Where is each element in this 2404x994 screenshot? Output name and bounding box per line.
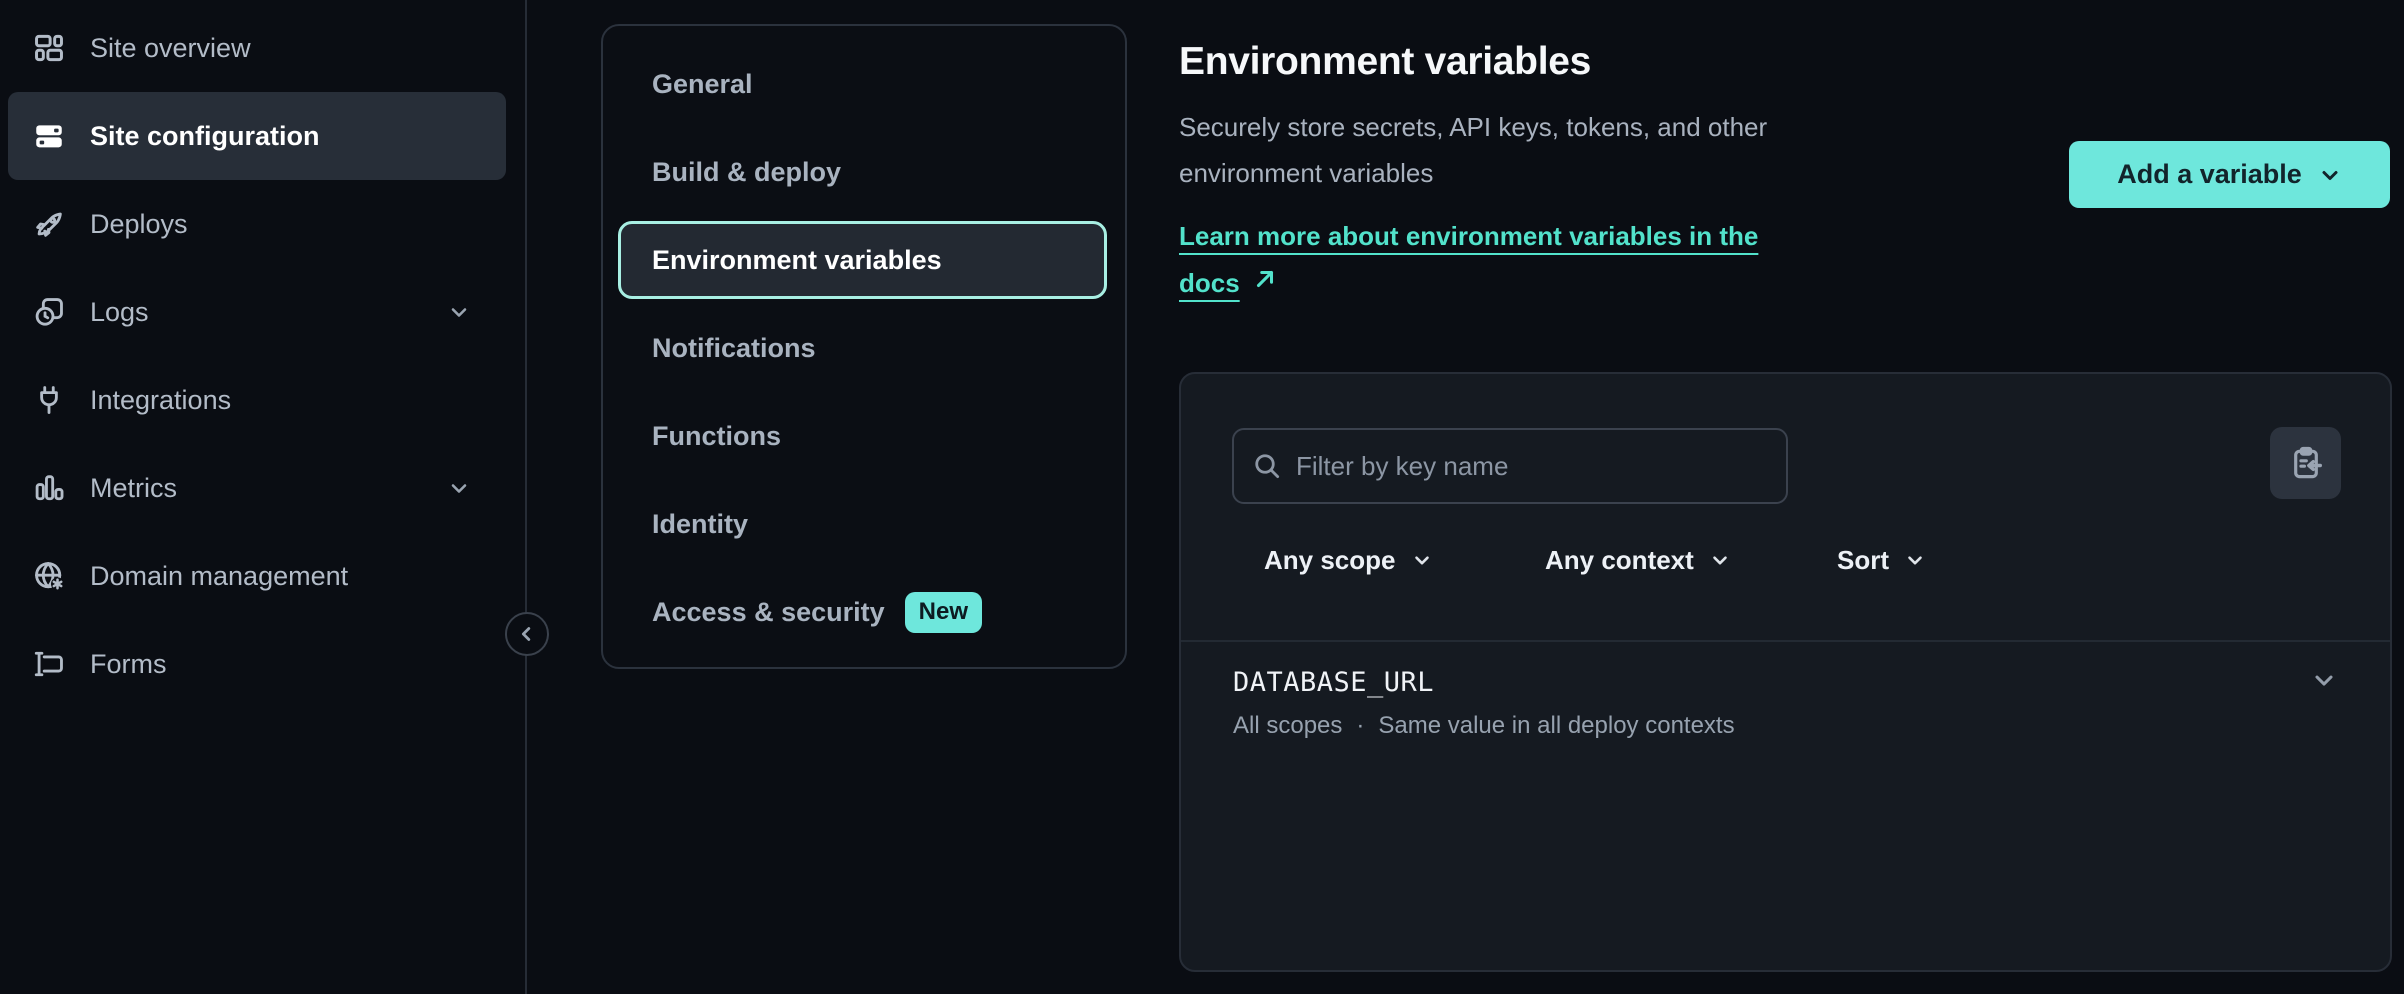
- sidebar-item-site-configuration[interactable]: Site configuration: [8, 92, 506, 180]
- chevron-left-icon: [516, 623, 538, 645]
- config-nav-label: Environment variables: [652, 245, 942, 276]
- config-nav-label: General: [652, 69, 753, 100]
- site-sidebar: Site overview Site configuration: [0, 0, 527, 994]
- env-var-key: DATABASE_URL: [1233, 668, 2338, 698]
- page-title: Environment variables: [1179, 40, 1949, 84]
- config-nav-label: Notifications: [652, 333, 816, 364]
- scope-filter-label: Any scope: [1264, 545, 1396, 576]
- filter-key-name-input[interactable]: [1232, 428, 1788, 504]
- chevron-down-icon: [1411, 549, 1433, 571]
- config-nav-item-build-deploy[interactable]: Build & deploy: [603, 128, 1125, 216]
- page-description-line: environment variables: [1179, 150, 1949, 196]
- chevron-down-icon: [1904, 549, 1926, 571]
- sidebar-item-domain-management[interactable]: Domain management: [8, 532, 506, 620]
- sidebar-item-label: Integrations: [90, 385, 231, 416]
- sidebar-item-label: Deploys: [90, 209, 188, 240]
- chevron-down-icon: [447, 300, 471, 324]
- env-var-separator: ·: [1356, 714, 1364, 738]
- expand-variable-chevron-icon[interactable]: [2310, 666, 2338, 694]
- sidebar-item-forms[interactable]: Forms: [8, 620, 506, 708]
- config-nav-item-functions[interactable]: Functions: [603, 392, 1125, 480]
- sidebar-item-integrations[interactable]: Integrations: [8, 356, 506, 444]
- search-icon: [1251, 450, 1283, 482]
- config-nav-label: Functions: [652, 421, 781, 452]
- bar-chart-icon: [32, 471, 66, 505]
- env-var-meta: All scopes · Same value in all deploy co…: [1233, 714, 2338, 738]
- sidebar-item-label: Metrics: [90, 473, 177, 504]
- chevron-down-icon: [1709, 549, 1731, 571]
- docs-link[interactable]: Learn more about environment variables i…: [1179, 213, 1949, 307]
- clipboard-import-icon: [2287, 444, 2325, 482]
- sidebar-item-deploys[interactable]: Logs Deploys: [8, 180, 506, 268]
- chevron-down-icon: [447, 476, 471, 500]
- docs-link-text: docs: [1179, 268, 1240, 298]
- grid-overview-icon: [32, 31, 66, 65]
- site-settings-page: Site overview Site configuration: [0, 0, 2404, 994]
- external-link-arrow-icon: [1252, 260, 1278, 307]
- form-input-icon: [32, 647, 66, 681]
- server-stack-icon: [32, 119, 66, 153]
- page-description: Securely store secrets, API keys, tokens…: [1179, 104, 1949, 196]
- logs-clock-icon: [32, 295, 66, 329]
- config-nav-label: Access & security: [652, 597, 885, 628]
- env-var-contexts: Same value in all deploy contexts: [1378, 714, 1734, 738]
- chevron-down-icon: [2318, 163, 2342, 187]
- sort-dropdown[interactable]: Sort: [1837, 534, 1926, 586]
- filter-search: [1232, 428, 1788, 504]
- context-filter-label: Any context: [1545, 545, 1694, 576]
- config-nav-item-notifications[interactable]: Notifications: [603, 304, 1125, 392]
- docs-link-text: Learn more about environment variables i…: [1179, 221, 1758, 251]
- page-description-line: Securely store secrets, API keys, tokens…: [1179, 104, 1949, 150]
- sort-label: Sort: [1837, 545, 1889, 576]
- scope-filter-dropdown[interactable]: Any scope: [1264, 534, 1433, 586]
- config-nav-item-access-security[interactable]: Access & security New: [603, 568, 1125, 656]
- config-nav-label: Identity: [652, 509, 748, 540]
- config-nav-item-general[interactable]: General: [603, 40, 1125, 128]
- config-nav-item-identity[interactable]: Identity: [603, 480, 1125, 568]
- globe-icon: [32, 559, 66, 593]
- page-header: Environment variables Securely store sec…: [1179, 40, 1949, 307]
- sidebar-item-site-overview[interactable]: Site overview: [8, 4, 506, 92]
- sidebar-item-metrics[interactable]: Metrics: [8, 444, 506, 532]
- sidebar-item-label: Site overview: [90, 33, 251, 64]
- sidebar-collapse-button[interactable]: [505, 612, 549, 656]
- rocket-icon: [32, 207, 66, 241]
- sidebar-item-logs[interactable]: Logs: [8, 268, 506, 356]
- sidebar-item-label: Forms: [90, 649, 167, 680]
- env-var-row-database-url[interactable]: DATABASE_URL All scopes · Same value in …: [1181, 642, 2390, 782]
- import-from-env-file-button[interactable]: [2270, 427, 2341, 499]
- add-variable-button[interactable]: Add a variable: [2069, 141, 2390, 208]
- sidebar-item-label: Domain management: [90, 561, 348, 592]
- config-nav-label: Build & deploy: [652, 157, 841, 188]
- config-nav-item-environment-variables[interactable]: Environment variables: [618, 221, 1107, 299]
- site-configuration-nav: General Build & deploy Environment varia…: [601, 24, 1127, 669]
- env-var-scopes: All scopes: [1233, 714, 1342, 738]
- add-variable-label: Add a variable: [2117, 159, 2302, 190]
- sidebar-item-label: Site configuration: [90, 121, 320, 152]
- plug-icon: [32, 383, 66, 417]
- sidebar-item-label: Logs: [90, 297, 149, 328]
- new-badge: New: [905, 592, 982, 633]
- environment-variables-panel: Any scope Any context Sort DATABASE_URL …: [1179, 372, 2392, 972]
- context-filter-dropdown[interactable]: Any context: [1545, 534, 1731, 586]
